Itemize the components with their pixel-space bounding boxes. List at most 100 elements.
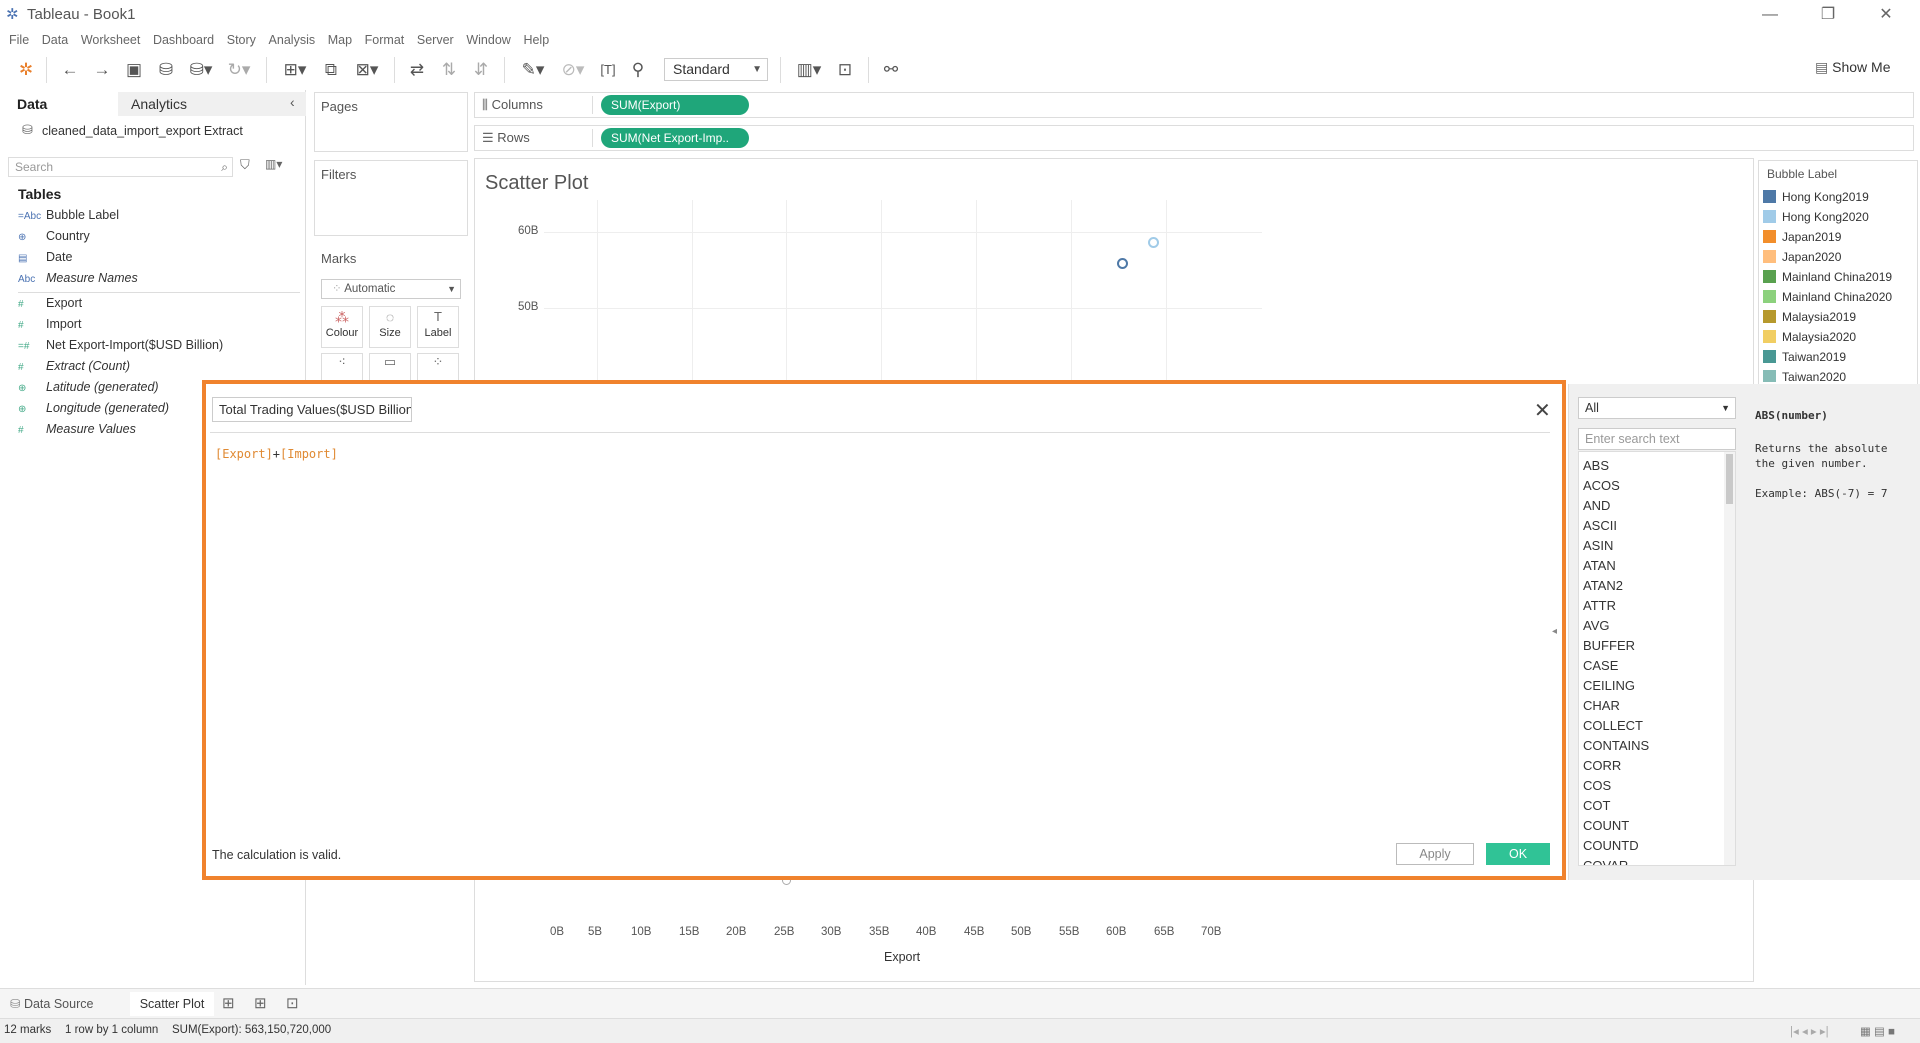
new-worksheet-icon[interactable]: ⊞: [222, 992, 235, 1016]
legend-item[interactable]: Malaysia2019: [1763, 310, 1856, 327]
search-input[interactable]: Search ⌕: [8, 157, 233, 177]
legend-item[interactable]: Mainland China2019: [1763, 270, 1892, 287]
legend-item[interactable]: Mainland China2020: [1763, 290, 1892, 307]
scrollbar-thumb[interactable]: [1726, 454, 1733, 504]
tab-scatter-plot[interactable]: Scatter Plot: [130, 992, 214, 1016]
field-import[interactable]: # Import: [18, 317, 81, 337]
scatter-point-hong-kong-2020[interactable]: [1148, 237, 1159, 248]
save-icon[interactable]: ▣: [122, 58, 146, 82]
menu-help[interactable]: Help: [523, 30, 549, 50]
show-me-button[interactable]: ▤ Show Me: [1815, 59, 1890, 76]
duplicate-sheet-icon[interactable]: ⧉: [318, 58, 344, 82]
function-list[interactable]: ABS ACOS AND ASCII ASIN ATAN ATAN2 ATTR AVG BUFFE…: [1578, 451, 1736, 866]
function-item[interactable]: COS: [1583, 778, 1611, 793]
field-longitude[interactable]: ⊕ Longitude (generated): [18, 401, 169, 421]
tab-data-source[interactable]: ⛁ Data Source: [10, 992, 93, 1016]
group-members-icon[interactable]: ⊘▾: [556, 58, 590, 82]
function-item[interactable]: CONTAINS: [1583, 738, 1649, 753]
close-icon[interactable]: ✕: [1534, 398, 1551, 423]
menu-worksheet[interactable]: Worksheet: [81, 30, 141, 50]
function-item[interactable]: ASCII: [1583, 518, 1617, 533]
undo-icon[interactable]: ←: [58, 58, 82, 82]
collapse-pane-icon[interactable]: ‹: [290, 94, 295, 110]
datasource-name[interactable]: cleaned_data_import_export Extract: [42, 124, 243, 138]
field-date[interactable]: ▤ Date: [18, 250, 72, 270]
tableau-home-icon[interactable]: ✲: [14, 58, 38, 82]
function-item[interactable]: CASE: [1583, 658, 1618, 673]
minimize-button[interactable]: —: [1755, 4, 1785, 26]
legend-item[interactable]: Japan2019: [1763, 230, 1841, 247]
function-item[interactable]: ACOS: [1583, 478, 1620, 493]
menu-file[interactable]: File: [9, 30, 29, 50]
view-options-icon[interactable]: ▥▾: [265, 157, 282, 171]
tab-data[interactable]: Data: [0, 92, 118, 116]
menu-data[interactable]: Data: [42, 30, 68, 50]
function-item[interactable]: CHAR: [1583, 698, 1620, 713]
redo-icon[interactable]: →: [90, 58, 114, 82]
sheet-nav-icon[interactable]: |◂ ◂ ▸ ▸|: [1790, 1024, 1829, 1038]
field-bubble-label[interactable]: =Abc Bubble Label: [18, 208, 119, 228]
calc-name-input[interactable]: Total Trading Values($USD Billion): [212, 397, 412, 422]
fix-axes-icon[interactable]: ⚲: [626, 58, 650, 82]
menu-window[interactable]: Window: [466, 30, 510, 50]
function-item[interactable]: ABS: [1583, 458, 1609, 473]
new-worksheet-icon[interactable]: ⊞▾: [278, 58, 312, 82]
new-dashboard-icon[interactable]: ⊞: [254, 992, 267, 1016]
function-item[interactable]: CEILING: [1583, 678, 1635, 693]
function-item[interactable]: BUFFER: [1583, 638, 1635, 653]
swap-rows-columns-icon[interactable]: ⇄: [404, 58, 430, 82]
tooltip-mark-button[interactable]: ▭: [369, 353, 411, 381]
mark-type-select[interactable]: ⁘ Automatic ▼: [321, 279, 461, 299]
field-measure-values[interactable]: # Measure Values: [18, 422, 136, 442]
presentation-mode-icon[interactable]: ⊡: [832, 58, 858, 82]
size-mark-button[interactable]: ◌ Size: [369, 306, 411, 348]
function-list-scrollbar[interactable]: [1724, 452, 1735, 865]
formula-editor[interactable]: [Export]+[Import]: [215, 447, 338, 461]
rows-pill-net-export-import[interactable]: SUM(Net Export-Imp..: [601, 128, 749, 148]
menu-server[interactable]: Server: [417, 30, 454, 50]
ok-button[interactable]: OK: [1486, 843, 1550, 865]
menu-analysis[interactable]: Analysis: [269, 30, 316, 50]
legend-item[interactable]: Hong Kong2020: [1763, 210, 1869, 227]
detail-mark-button[interactable]: ⁖: [321, 353, 363, 381]
sort-descending-icon[interactable]: ⇵: [468, 58, 494, 82]
legend-item[interactable]: Taiwan2019: [1763, 350, 1846, 367]
legend-item[interactable]: Malaysia2020: [1763, 330, 1856, 347]
field-net-export-import[interactable]: =# Net Export-Import($USD Billion): [18, 338, 223, 358]
field-extract-count[interactable]: # Extract (Count): [18, 359, 130, 379]
close-window-button[interactable]: ✕: [1871, 4, 1901, 26]
legend-item[interactable]: Hong Kong2019: [1763, 190, 1869, 207]
function-item[interactable]: COUNT: [1583, 818, 1629, 833]
field-export[interactable]: # Export: [18, 296, 82, 316]
function-item[interactable]: AND: [1583, 498, 1610, 513]
show-mark-labels-icon[interactable]: [T]: [596, 58, 620, 82]
function-search-input[interactable]: Enter search text: [1578, 428, 1736, 450]
menu-map[interactable]: Map: [328, 30, 352, 50]
refresh-icon[interactable]: ↻▾: [222, 58, 256, 82]
function-item[interactable]: COT: [1583, 798, 1610, 813]
filter-icon[interactable]: ⛉: [240, 157, 250, 173]
maximize-button[interactable]: ❐: [1813, 4, 1843, 26]
field-latitude[interactable]: ⊕ Latitude (generated): [18, 380, 159, 400]
collapse-functions-icon[interactable]: ◂: [1552, 626, 1557, 637]
function-item[interactable]: COLLECT: [1583, 718, 1643, 733]
fit-select[interactable]: Standard ▼: [664, 58, 768, 81]
label-mark-button[interactable]: T Label: [417, 306, 459, 348]
pause-updates-icon[interactable]: ⛁▾: [186, 58, 216, 82]
new-datasource-icon[interactable]: ⛁: [154, 58, 178, 82]
field-country[interactable]: ⊕ Country: [18, 229, 90, 249]
tab-analytics[interactable]: Analytics: [118, 92, 306, 116]
menu-format[interactable]: Format: [365, 30, 405, 50]
function-category-select[interactable]: All ▼: [1578, 397, 1736, 419]
share-icon[interactable]: ⚯: [878, 58, 904, 82]
legend-item[interactable]: Taiwan2020: [1763, 370, 1846, 382]
function-item[interactable]: COUNTD: [1583, 838, 1639, 853]
columns-pill-sum-export[interactable]: SUM(Export): [601, 95, 749, 115]
function-item[interactable]: ATTR: [1583, 598, 1616, 613]
view-grid-icon[interactable]: ▦ ▤ ■: [1860, 1024, 1895, 1038]
function-item[interactable]: ATAN2: [1583, 578, 1623, 593]
function-item[interactable]: AVG: [1583, 618, 1610, 633]
menu-story[interactable]: Story: [227, 30, 256, 50]
new-story-icon[interactable]: ⊡: [286, 992, 299, 1016]
clear-sheet-icon[interactable]: ⊠▾: [350, 58, 384, 82]
